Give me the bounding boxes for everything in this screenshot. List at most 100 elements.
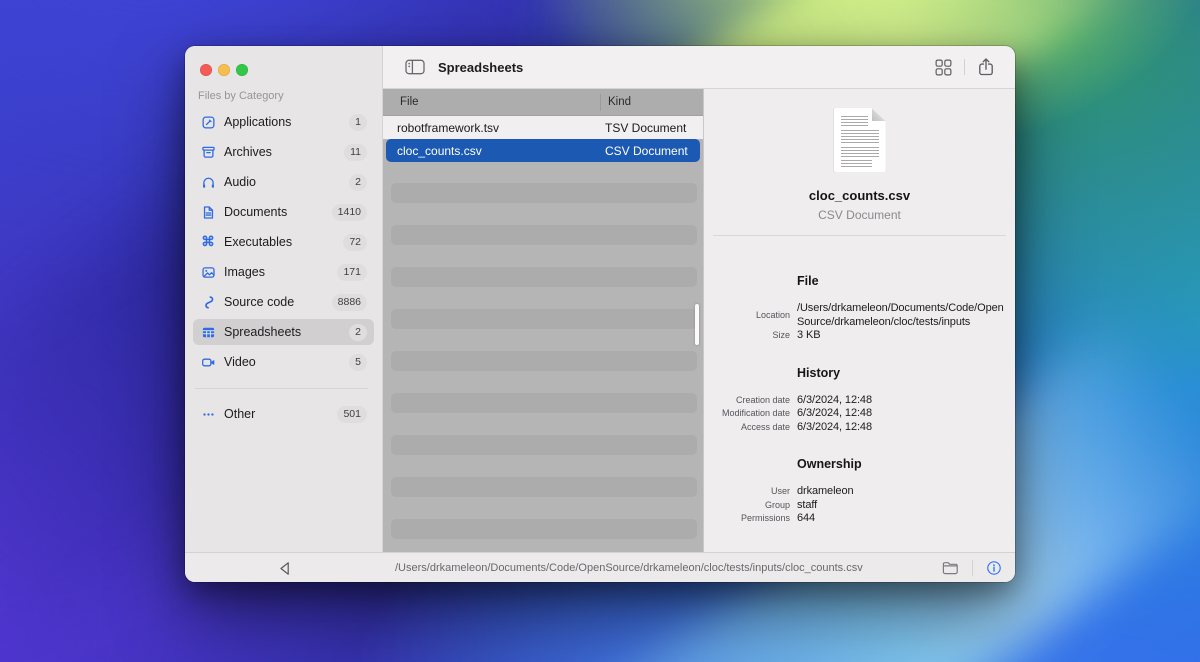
- main-area: Spreadsheets File: [383, 46, 1015, 552]
- count-badge: 5: [349, 354, 367, 371]
- toggle-sidebar-button[interactable]: [403, 57, 427, 77]
- doc-text-lines: [841, 116, 868, 126]
- count-badge: 501: [337, 406, 367, 423]
- headphones-icon: [200, 174, 216, 190]
- details-panel: cloc_counts.csv CSV Document File Locati…: [703, 89, 1015, 552]
- detail-value-access-date: 6/3/2024, 12:48: [797, 421, 1004, 435]
- sidebar-item-audio[interactable]: Audio 2: [193, 169, 374, 195]
- column-header-file[interactable]: File: [383, 96, 600, 108]
- section-file-rows: Location /Users/drkameleon/Documents/Cod…: [713, 302, 1006, 343]
- file-kind-cell: CSV Document: [605, 144, 700, 158]
- app-window: Files by Category Applications 1 Archive…: [185, 46, 1015, 582]
- file-list: File Kind robotframework.tsv TSV Documen…: [383, 89, 703, 552]
- detail-divider: [713, 235, 1006, 236]
- section-history-rows: Creation date 6/3/2024, 12:48 Modificati…: [713, 394, 1006, 435]
- detail-filename: cloc_counts.csv: [713, 188, 1006, 203]
- detail-label: Access date: [713, 421, 790, 435]
- sidebar-item-label: Source code: [224, 295, 294, 309]
- desktop: { "toolbar": { "title": "Spreadsheets" }…: [0, 0, 1200, 662]
- minimize-button[interactable]: [218, 64, 230, 76]
- bottom-bar: /Users/drkameleon/Documents/Code/OpenSou…: [185, 552, 1015, 582]
- view-grid-button[interactable]: [933, 57, 954, 78]
- sidebar-item-spreadsheets[interactable]: Spreadsheets 2: [193, 319, 374, 345]
- sidebar-item-label: Audio: [224, 175, 256, 189]
- sidebar-section-title: Files by Category: [198, 90, 382, 102]
- window-title: Spreadsheets: [438, 60, 523, 75]
- section-ownership-rows: User drkameleon Group staff Permissions …: [713, 485, 1006, 526]
- count-badge: 171: [337, 264, 367, 281]
- sidebar-item-label: Executables: [224, 235, 292, 249]
- sidebar-item-label: Other: [224, 407, 255, 421]
- detail-label: Creation date: [713, 394, 790, 408]
- window-controls: [200, 64, 248, 76]
- sidebar-item-label: Documents: [224, 205, 287, 219]
- current-file-path: /Users/drkameleon/Documents/Code/OpenSou…: [395, 562, 940, 574]
- detail-value-size: 3 KB: [797, 329, 1004, 343]
- file-list-header: File Kind: [383, 89, 703, 116]
- section-title-history: History: [797, 366, 1006, 380]
- sidebar-list: Applications 1 Archives 11 Audio 2: [185, 109, 382, 427]
- sidebar-item-source-code[interactable]: Source code 8886: [193, 289, 374, 315]
- sidebar-item-label: Applications: [224, 115, 291, 129]
- file-name-cell: robotframework.tsv: [397, 121, 605, 135]
- share-button[interactable]: [975, 55, 997, 79]
- count-badge: 11: [344, 144, 367, 161]
- path-bar: /Users/drkameleon/Documents/Code/OpenSou…: [383, 553, 1015, 582]
- doc-text-lines: [841, 130, 879, 143]
- vertical-scrollbar-thumb[interactable]: [695, 304, 699, 345]
- grid-view-icon: [935, 59, 952, 76]
- file-row-robotframework[interactable]: robotframework.tsv TSV Document: [383, 116, 703, 139]
- detail-label: Group: [713, 499, 790, 513]
- zoom-button[interactable]: [236, 64, 248, 76]
- detail-label: Modification date: [713, 407, 790, 421]
- sidebar: Files by Category Applications 1 Archive…: [185, 46, 383, 552]
- sidebar-item-executables[interactable]: ⌘ Executables 72: [193, 229, 374, 255]
- detail-value-group: staff: [797, 499, 1004, 513]
- sidebar-toggle-icon: [405, 59, 425, 75]
- detail-value-creation-date: 6/3/2024, 12:48: [797, 394, 1004, 408]
- count-badge: 1410: [332, 204, 367, 221]
- document-preview-icon: [834, 108, 886, 172]
- toolbar: Spreadsheets: [383, 46, 1015, 89]
- detail-value-modification-date: 6/3/2024, 12:48: [797, 407, 1004, 421]
- share-icon: [977, 57, 995, 77]
- sidebar-item-images[interactable]: Images 171: [193, 259, 374, 285]
- doc-text-lines: [841, 160, 872, 167]
- sidebar-item-other[interactable]: Other 501: [193, 401, 374, 427]
- sidebar-item-label: Images: [224, 265, 265, 279]
- empty-rows: [383, 162, 703, 552]
- video-camera-icon: [200, 354, 216, 370]
- back-button[interactable]: [274, 557, 294, 579]
- count-badge: 1: [349, 114, 367, 131]
- sidebar-item-label: Archives: [224, 145, 272, 159]
- archive-box-icon: [200, 144, 216, 160]
- detail-label: Location: [713, 309, 790, 323]
- sidebar-item-video[interactable]: Video 5: [193, 349, 374, 375]
- command-icon: ⌘: [200, 234, 216, 250]
- count-badge: 72: [343, 234, 367, 251]
- applications-icon: [200, 114, 216, 130]
- file-preview: [713, 108, 1006, 172]
- file-row-cloc-counts-selected[interactable]: cloc_counts.csv CSV Document: [386, 139, 700, 162]
- detail-label: Size: [713, 329, 790, 343]
- detail-value-permissions: 644: [797, 512, 1004, 526]
- count-badge: 2: [349, 174, 367, 191]
- ellipsis-icon: [200, 406, 216, 422]
- file-kind-cell: TSV Document: [605, 121, 703, 135]
- count-badge: 2: [349, 324, 367, 341]
- sidebar-item-documents[interactable]: Documents 1410: [193, 199, 374, 225]
- back-triangle-icon: [278, 561, 291, 576]
- info-button[interactable]: [984, 558, 1004, 578]
- file-name-cell: cloc_counts.csv: [397, 144, 605, 158]
- close-button[interactable]: [200, 64, 212, 76]
- info-icon: [986, 560, 1002, 576]
- sidebar-item-archives[interactable]: Archives 11: [193, 139, 374, 165]
- doc-text-lines: [841, 147, 879, 157]
- toolbar-actions: [933, 55, 997, 79]
- sidebar-divider: [195, 388, 368, 389]
- page-fold: [872, 108, 886, 121]
- column-header-kind[interactable]: Kind: [600, 94, 703, 111]
- section-title-file: File: [797, 274, 1006, 288]
- reveal-in-folder-button[interactable]: [940, 559, 961, 577]
- sidebar-item-applications[interactable]: Applications 1: [193, 109, 374, 135]
